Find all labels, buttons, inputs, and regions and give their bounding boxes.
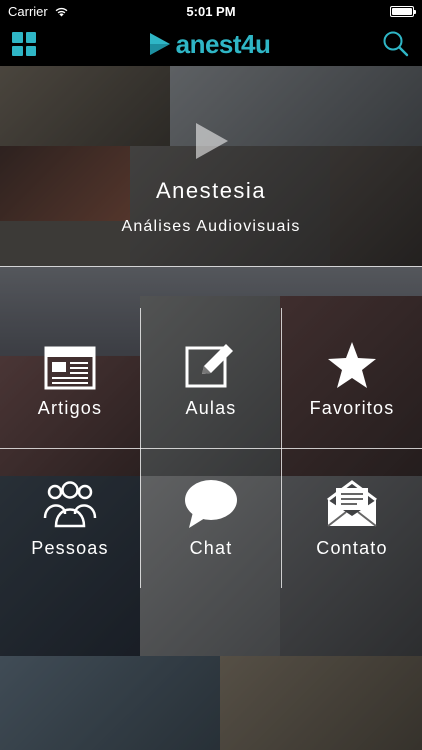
menu-item-contato[interactable]: Contato — [282, 474, 422, 559]
divider — [0, 448, 422, 449]
people-icon — [43, 481, 97, 528]
app-logo: anest4u — [148, 29, 271, 60]
newspaper-icon — [44, 346, 96, 390]
menu-item-pessoas[interactable]: Pessoas — [0, 474, 140, 559]
star-icon — [328, 342, 376, 388]
logo-text: anest4u — [175, 28, 271, 59]
menu-label: Contato — [316, 538, 388, 558]
menu-label: Artigos — [37, 398, 103, 418]
menu-item-aulas[interactable]: Aulas — [141, 334, 281, 419]
grid-menu-icon[interactable] — [12, 32, 36, 56]
menu-label: Aulas — [185, 398, 237, 418]
menu-item-artigos[interactable]: Artigos — [0, 334, 140, 419]
chat-bubble-icon — [185, 480, 237, 528]
hero-title: Anestesia — [155, 178, 267, 203]
envelope-icon — [327, 480, 377, 527]
carrier-label: Carrier — [8, 3, 48, 19]
menu-label: Chat — [189, 538, 233, 558]
menu-item-favoritos[interactable]: Favoritos — [282, 334, 422, 419]
menu-label: Favoritos — [309, 398, 395, 418]
logo-play-icon — [149, 33, 170, 55]
search-icon[interactable] — [382, 30, 410, 58]
wifi-icon — [55, 7, 68, 16]
status-bar: Carrier 5:01 PM — [0, 0, 422, 22]
hero-subtitle: Análises Audiovisuais — [121, 218, 301, 235]
featured-banner[interactable]: Anestesia Análises Audiovisuais — [0, 66, 422, 266]
edit-icon — [185, 344, 233, 388]
play-icon — [196, 123, 228, 159]
nav-bar: anest4u — [0, 22, 422, 66]
divider — [0, 266, 422, 267]
battery-icon — [390, 5, 416, 17]
menu-label: Pessoas — [31, 538, 109, 558]
home-content: Anestesia Análises Audiovisuais Artigos — [0, 66, 422, 750]
menu-item-chat[interactable]: Chat — [141, 474, 281, 559]
